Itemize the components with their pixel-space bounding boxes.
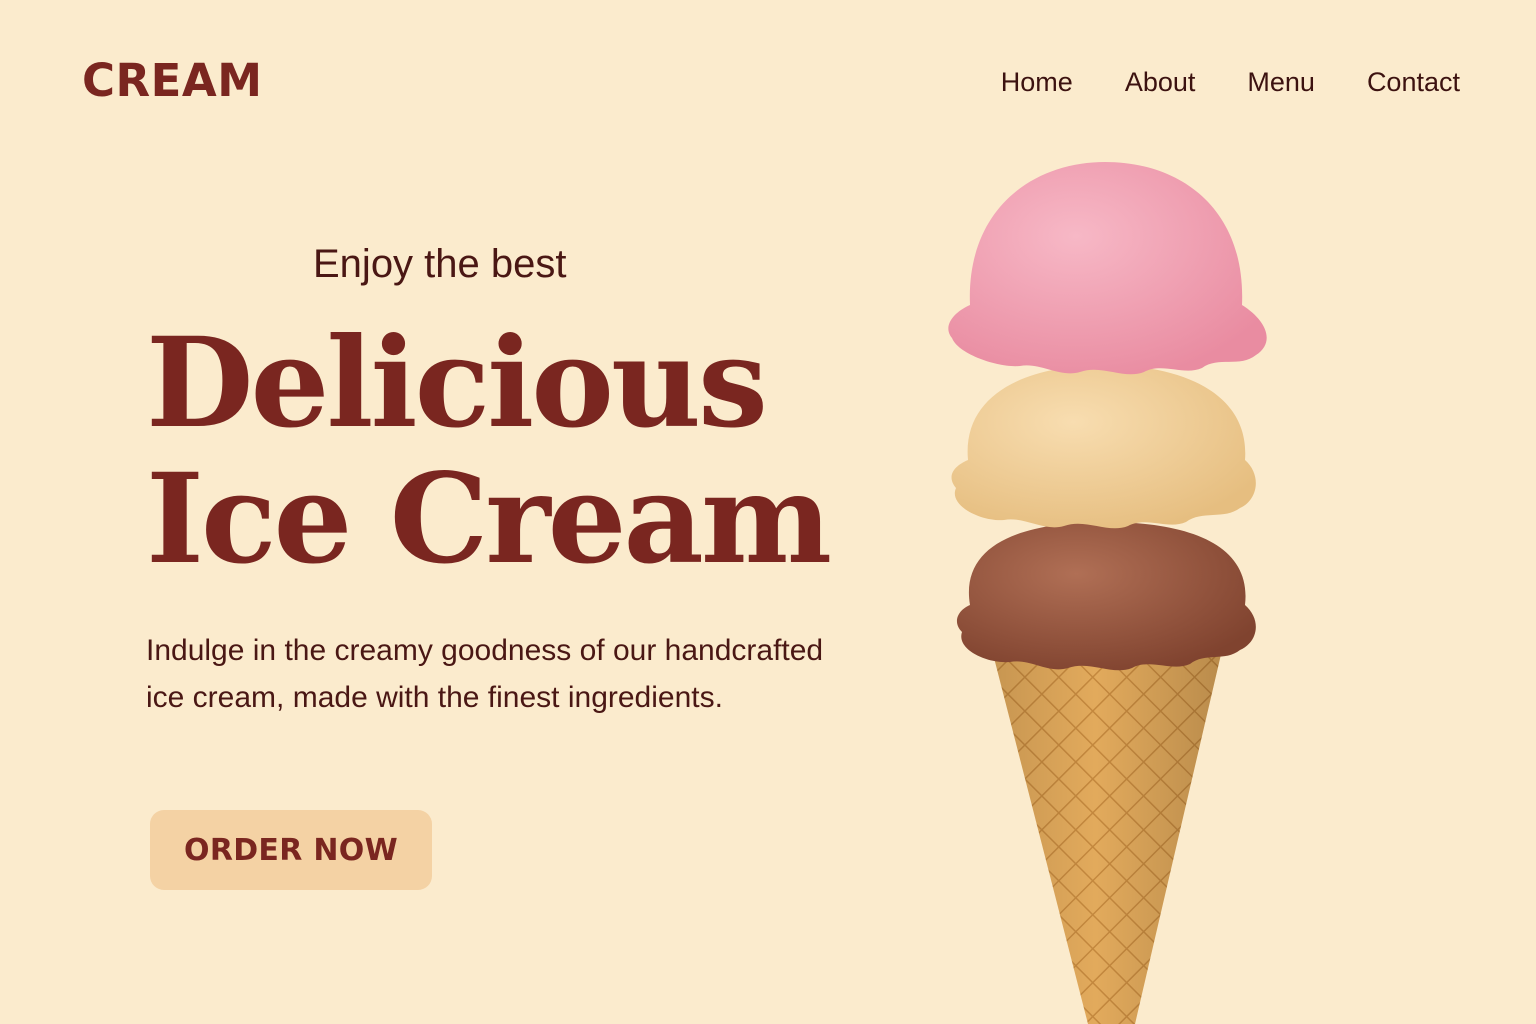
main-nav: Home About Menu Contact bbox=[1001, 66, 1460, 98]
waffle-cone bbox=[992, 650, 1222, 1024]
nav-item-menu[interactable]: Menu bbox=[1247, 66, 1315, 98]
hero-headline-line-2: Ice Cream bbox=[146, 447, 832, 592]
order-now-button[interactable]: ORDER NOW bbox=[150, 810, 432, 890]
chocolate-scoop bbox=[956, 522, 1256, 671]
nav-item-home[interactable]: Home bbox=[1001, 66, 1073, 98]
hero-headline-line-1: Delicious bbox=[146, 311, 768, 456]
nav-item-contact[interactable]: Contact bbox=[1367, 66, 1460, 98]
hero-headline: Delicious Ice Cream bbox=[146, 311, 832, 592]
vanilla-scoop bbox=[951, 365, 1256, 529]
ice-cream-cone-image bbox=[948, 162, 1267, 1024]
brand-logo[interactable]: CREAM bbox=[82, 58, 263, 103]
nav-item-about[interactable]: About bbox=[1125, 66, 1196, 98]
hero-description: Indulge in the creamy goodness of our ha… bbox=[146, 634, 824, 714]
hero-eyebrow: Enjoy the best bbox=[313, 242, 567, 286]
strawberry-scoop bbox=[948, 162, 1267, 375]
